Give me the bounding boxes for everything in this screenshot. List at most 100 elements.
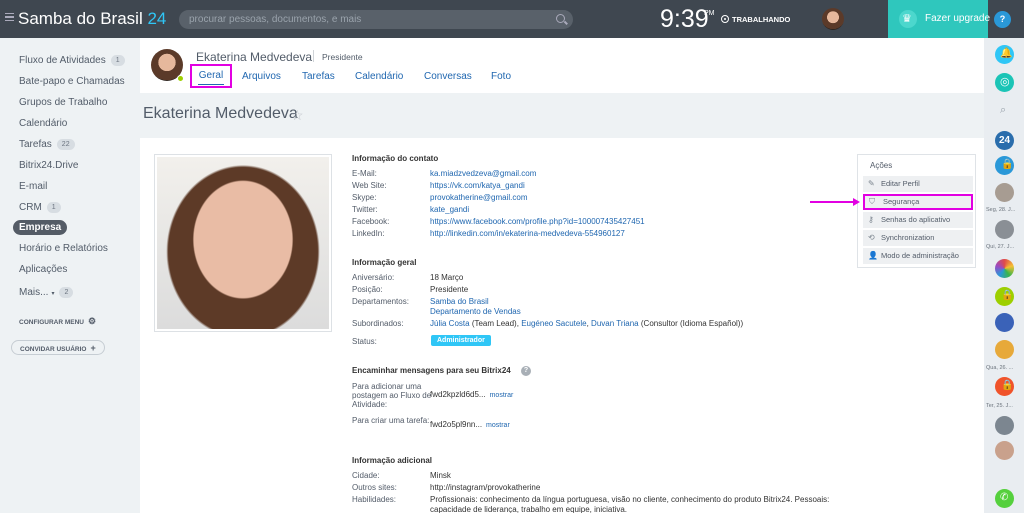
lock-icon[interactable]: 🔒 [995,377,1014,396]
sidebar-item-label: Bitrix24.Drive [19,160,79,171]
linkedin-link[interactable]: http://linkedin.com/in/ekaterina-medvede… [430,229,625,238]
contact-avatar[interactable] [995,441,1014,460]
admin-mode-button[interactable]: 👤 Modo de administração [863,248,973,264]
notifications-icon[interactable]: 🔔 [995,45,1014,64]
website-link[interactable]: https://vk.com/katya_gandi [430,181,525,190]
edit-profile-button[interactable]: ✎ Editar Perfil [863,176,973,192]
phone-icon[interactable]: ✆ [995,489,1014,508]
clock[interactable]: 9:39 [660,5,709,34]
counter-badge: 2 [59,287,74,298]
skype-link[interactable]: provokatherine@gmail.com [430,193,528,202]
annotation-arrowhead [853,198,860,206]
configure-menu-button[interactable]: CONFIGURAR MENU ⚙ [19,314,96,329]
chat-icon[interactable]: ◎ [995,73,1014,92]
subordinate-role: (Consultor (Idioma Español)) [640,319,744,328]
divider [313,50,314,62]
group-chat-icon[interactable] [995,259,1014,278]
date-label: Seg, 28. J... [986,207,1016,213]
email-link[interactable]: ka.miadzvedzeva@gmail.com [430,169,536,178]
contact-avatar[interactable] [995,340,1014,359]
date-label: Qua, 26. ... [986,365,1014,371]
sidebar-item-calendar[interactable]: Calendário [19,118,67,129]
sidebar-item-crm[interactable]: CRM 1 [19,202,61,213]
subordinate-link[interactable]: Duvan Triana [591,319,639,328]
sidebar-item-chat[interactable]: Bate-papo e Chamadas [19,76,125,87]
counter-badge: 22 [56,139,75,150]
tab-foto[interactable]: Foto [491,71,511,82]
help-icon[interactable]: ? [521,366,531,376]
search-input[interactable] [189,12,549,27]
forward-code-text: fwd2kpzld6d5... [430,390,486,399]
sidebar-item-empresa[interactable]: Empresa [13,220,68,235]
actions-title: Ações [870,161,893,170]
sites-value: http://instagram/provokatherine [430,483,541,492]
sidebar-item-drive[interactable]: Bitrix24.Drive [19,160,78,171]
sidebar-item-label: Aplicações [19,264,68,275]
user-avatar[interactable] [822,8,844,30]
sidebar-item-reports[interactable]: Horário e Relatórios [19,243,108,254]
lock-icon[interactable]: 🔒 [995,156,1014,175]
logo-text: Samba do Brasil [18,9,143,28]
profile-position: Presidente [322,52,363,62]
tab-calendario[interactable]: Calendário [355,71,403,82]
tab-geral[interactable]: Geral [190,64,232,88]
facebook-link[interactable]: https://www.facebook.com/profile.php?id=… [430,217,645,226]
department-link[interactable]: Departamento de Vendas [430,307,521,316]
twitter-link[interactable]: kate_gandi [430,205,469,214]
show-link[interactable]: mostrar [486,422,510,429]
star-icon[interactable]: ☆ [291,107,304,124]
help-button[interactable]: ? [994,11,1011,28]
synchronization-button[interactable]: ⟲ Synchronization [863,230,973,246]
field-label: Twitter: [352,205,378,214]
action-label: Editar Perfil [881,179,920,188]
contact-avatar[interactable] [995,183,1014,202]
work-status-icon[interactable] [721,15,729,23]
sidebar-item-tasks[interactable]: Tarefas 22 [19,139,75,150]
subordinate-role: (Team Lead), [471,319,519,328]
profile-photo[interactable] [154,154,332,332]
sidebar-search-icon[interactable]: ⌕ [995,101,1014,120]
sidebar-item-groups[interactable]: Grupos de Trabalho [19,97,107,108]
upgrade-button[interactable]: ♛ Fazer upgrade [888,0,990,38]
menu-icon[interactable] [5,13,14,21]
counter-badge: 1 [110,55,125,66]
sidebar-item-more[interactable]: Mais... ▾ 2 [19,287,74,298]
sidebar-item-fluxo[interactable]: Fluxo de Atividades 1 [19,55,125,66]
sidebar-item-email[interactable]: E-mail [19,181,47,192]
tab-tarefas[interactable]: Tarefas [302,71,335,82]
birthday-value: 18 Março [430,273,464,282]
logo[interactable]: Samba do Brasil 24 [18,9,166,29]
skills-value: Profissionais: conhecimento da língua po… [430,495,830,504]
tab-conversas[interactable]: Conversas [424,71,472,82]
sidebar-item-label: CRM [19,202,42,213]
invite-user-button[interactable]: CONVIDAR USUÁRIO + [11,340,105,355]
app-passwords-button[interactable]: ⚷ Senhas do aplicativo [863,212,973,228]
sidebar-item-label: Fluxo de Atividades [19,55,106,66]
search-box[interactable] [179,10,573,29]
sidebar-item-label: Grupos de Trabalho [19,97,108,108]
tab-arquivos[interactable]: Arquivos [242,71,281,82]
subordinate-link[interactable]: Júlia Costa [430,319,470,328]
gear-icon: ⚙ [88,316,97,326]
action-label: Synchronization [881,233,935,242]
contact-avatar[interactable] [995,313,1014,332]
clock-ampm: PM [704,10,715,17]
search-icon[interactable] [556,14,565,23]
work-status[interactable]: TRABALHANDO [732,15,790,24]
contact-avatar[interactable] [995,416,1014,435]
action-label: Senhas do aplicativo [881,215,951,224]
section-title-additional: Informação adicional [352,456,433,465]
bitrix24-icon[interactable]: 24 [995,131,1014,150]
contact-avatar[interactable] [995,220,1014,239]
lock-icon[interactable]: 🔒 [995,287,1014,306]
pencil-icon: ✎ [868,179,875,188]
field-label: Habilidades: [352,495,397,504]
counter-badge: 1 [46,202,61,213]
sidebar-item-apps[interactable]: Aplicações [19,264,67,275]
department-link[interactable]: Samba do Brasil [430,297,489,306]
subordinate-link[interactable]: Eugéneo Sacutele [521,319,586,328]
show-link[interactable]: mostrar [490,392,514,399]
field-label: Departamentos: [352,297,409,306]
security-button[interactable]: ⛉ Segurança [863,194,973,210]
configure-menu-label: CONFIGURAR MENU [19,319,84,326]
